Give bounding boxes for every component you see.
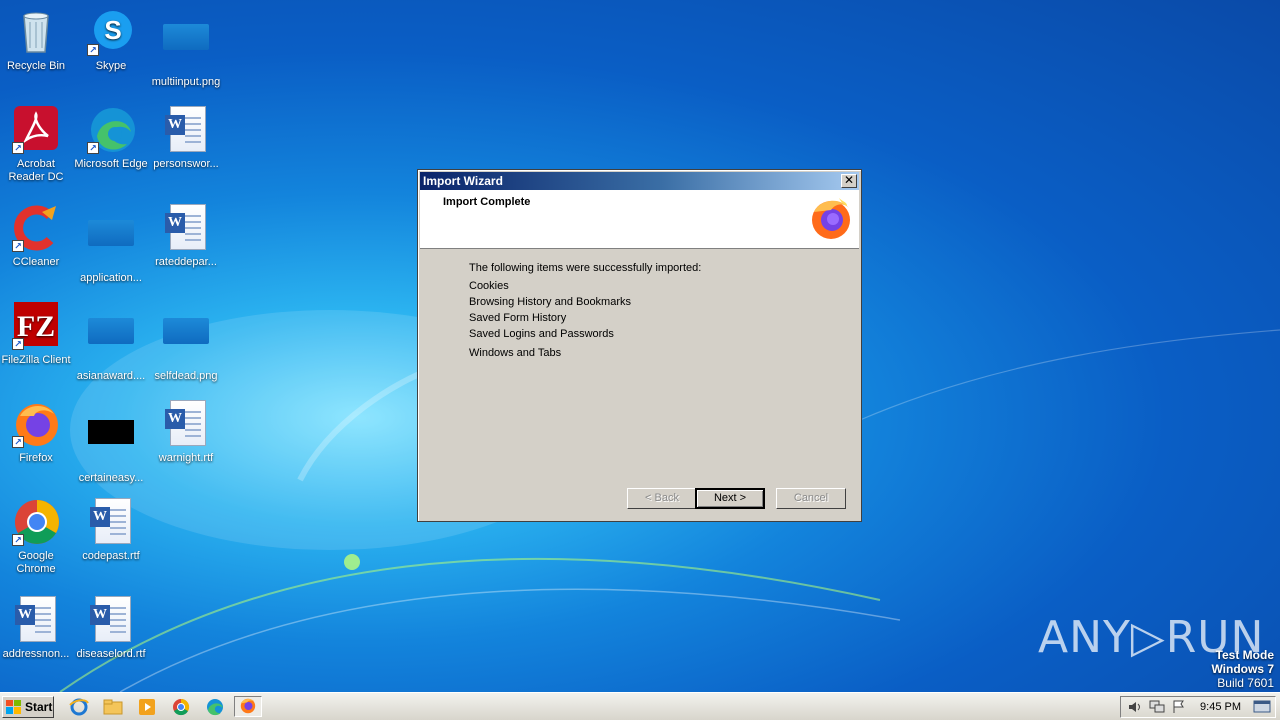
imported-item: Saved Form History (469, 312, 567, 324)
build-line: Build 7601 (1217, 676, 1274, 690)
close-icon: ✕ (843, 173, 855, 187)
desktop-icon-codepast[interactable]: W codepast.rtf (73, 498, 149, 563)
desktop-icon-label: Firefox (19, 452, 53, 464)
desktop-icon-rateddepar[interactable]: W rateddepar... (148, 204, 224, 269)
image-file-icon (88, 318, 134, 344)
desktop-icon-label: codepast.rtf (82, 550, 140, 562)
start-button[interactable]: Start (2, 696, 54, 718)
internet-explorer-icon[interactable] (68, 697, 90, 717)
shortcut-arrow-icon: ↗ (87, 44, 99, 56)
desktop-icon-label: asianaward.... (76, 370, 146, 382)
desktop-icon-label: Recycle Bin (6, 60, 66, 72)
desktop-icon-asianaward[interactable]: asianaward.... (73, 302, 149, 383)
desktop-icon-selfdead[interactable]: selfdead.png (148, 302, 224, 383)
desktop-icon-label: Acrobat Reader DC (8, 158, 64, 183)
firefox-icon (240, 698, 256, 714)
desktop-icon-skype[interactable]: S ↗ Skype (73, 8, 149, 73)
desktop-icon-application[interactable]: application... (73, 204, 149, 285)
desktop-icon-label: personswor... (153, 158, 219, 170)
desktop-icon-edge[interactable]: ↗ Microsoft Edge (73, 106, 149, 171)
desktop-icon-label: addressnon... (2, 648, 70, 660)
recycle-bin-icon (23, 12, 49, 53)
desktop-icon-addressnon[interactable]: W addressnon... (0, 596, 74, 661)
shortcut-arrow-icon: ↗ (12, 338, 24, 350)
import-wizard-dialog: Import Wizard ✕ Import Complete The foll… (417, 169, 862, 522)
firefox-taskbar-button[interactable] (234, 696, 262, 717)
chrome-icon[interactable] (170, 697, 192, 717)
media-player-icon[interactable] (136, 697, 158, 717)
imported-item: Cookies (469, 280, 509, 292)
imported-item: Windows and Tabs (469, 347, 562, 359)
system-tray: 9:45 PM (1120, 696, 1276, 718)
shortcut-arrow-icon: ↗ (12, 142, 24, 154)
taskbar-clock[interactable]: 9:45 PM (1200, 701, 1241, 713)
action-center-flag-icon[interactable] (1171, 700, 1187, 714)
shortcut-arrow-icon: ↗ (12, 534, 24, 546)
start-label: Start (25, 700, 53, 714)
desktop-icon-label: Google Chrome (16, 550, 56, 575)
show-desktop-icon[interactable] (1253, 700, 1271, 714)
wizard-header: Import Complete (420, 190, 859, 249)
dialog-title: Import Wizard (423, 174, 503, 188)
word-document-icon: W (15, 596, 56, 642)
explorer-folder-icon[interactable] (102, 697, 124, 717)
image-file-icon (163, 24, 209, 50)
imported-item: Saved Logins and Passwords (469, 328, 614, 340)
image-file-icon (88, 220, 134, 246)
firefox-logo-icon (812, 198, 850, 239)
desktop-icon-label: diseaselord.rtf (76, 648, 146, 660)
desktop-icon-certaineasy[interactable]: certaineasy... (73, 400, 149, 485)
image-file-icon (88, 420, 134, 444)
desktop-icon-filezilla[interactable]: FZ ↗ FileZilla Client (0, 302, 74, 367)
import-intro-text: The following items were successfully im… (469, 262, 702, 274)
desktop-icon-warnight[interactable]: W warnight.rtf (148, 400, 224, 465)
speaker-icon[interactable] (1127, 700, 1143, 714)
desktop-icon-label: multiinput.png (151, 76, 221, 88)
desktop-icon-recycle-bin[interactable]: Recycle Bin (0, 8, 74, 73)
desktop-icon-personswor[interactable]: W personswor... (148, 106, 224, 171)
desktop-icon-label: certaineasy... (78, 472, 144, 484)
desktop-icon-label: Microsoft Edge (74, 158, 148, 170)
close-button[interactable]: ✕ (841, 174, 857, 188)
word-document-icon: W (90, 596, 131, 642)
desktop-icon-label: Skype (95, 60, 127, 72)
word-document-icon: W (165, 106, 206, 152)
word-document-icon: W (165, 400, 206, 446)
shortcut-arrow-icon: ↗ (87, 142, 99, 154)
windows-logo-icon (6, 700, 21, 714)
dialog-titlebar[interactable]: Import Wizard ✕ (420, 172, 859, 190)
os-name-line: Windows 7 (1211, 662, 1274, 676)
desktop-icon-firefox[interactable]: ↗ Firefox (0, 400, 74, 465)
svg-text:S: S (104, 15, 121, 45)
desktop-icon-label: application... (80, 272, 142, 284)
word-document-icon: W (165, 204, 206, 250)
desktop-icon-label: selfdead.png (154, 370, 218, 382)
edge-icon[interactable] (204, 697, 226, 717)
next-button[interactable]: Next > (695, 488, 765, 509)
image-file-icon (163, 318, 209, 344)
word-document-icon: W (90, 498, 131, 544)
shortcut-arrow-icon: ↗ (12, 240, 24, 252)
taskbar: Start 9:45 PM (0, 692, 1280, 720)
desktop-icon-label: warnight.rtf (158, 452, 214, 464)
desktop-icon-chrome[interactable]: ↗ Google Chrome (0, 498, 74, 576)
desktop-icon-multiinput[interactable]: multiinput.png (148, 8, 224, 89)
desktop-icon-acrobat[interactable]: ↗ Acrobat Reader DC (0, 106, 74, 184)
desktop-icon-ccleaner[interactable]: ↗ CCleaner (0, 204, 74, 269)
shortcut-arrow-icon: ↗ (12, 436, 24, 448)
test-mode-notice: Test Mode Windows 7 Build 7601 (1211, 648, 1274, 690)
cancel-button[interactable]: Cancel (776, 488, 846, 509)
desktop-icon-diseaselord[interactable]: W diseaselord.rtf (73, 596, 149, 661)
test-mode-line: Test Mode (1215, 648, 1274, 662)
desktop-icon-label: FileZilla Client (1, 354, 71, 366)
desktop-icon-label: CCleaner (12, 256, 60, 268)
back-button[interactable]: < Back (627, 488, 697, 509)
imported-item: Browsing History and Bookmarks (469, 296, 632, 308)
network-icon[interactable] (1149, 700, 1165, 714)
wizard-page-title: Import Complete (443, 196, 531, 208)
desktop-icon-label: rateddepar... (155, 256, 217, 268)
